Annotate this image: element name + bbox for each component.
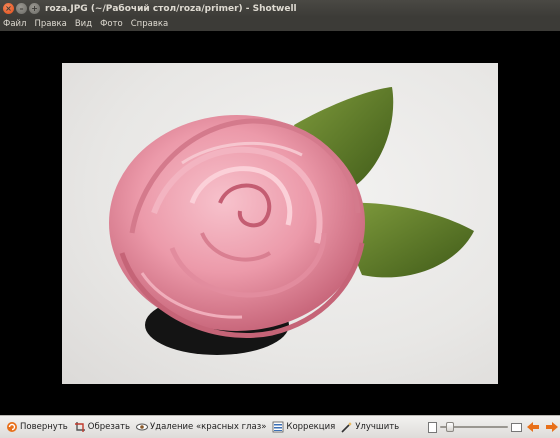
redeye-label: Удаление «красных глаз» — [150, 422, 267, 432]
redeye-button[interactable]: Удаление «красных глаз» — [133, 418, 269, 436]
window-controls: × – + — [3, 3, 40, 14]
rose-photo-illustration — [109, 87, 474, 355]
menu-view[interactable]: Вид — [75, 19, 92, 29]
menu-help[interactable]: Справка — [131, 19, 168, 29]
photo-viewer[interactable] — [0, 31, 560, 415]
zoom-out-icon[interactable] — [428, 421, 437, 433]
crop-label: Обрезать — [87, 422, 131, 432]
adjust-label: Коррекция — [286, 422, 336, 432]
rotate-icon — [6, 421, 18, 433]
adjust-icon — [272, 421, 284, 433]
enhance-button[interactable]: Улучшить — [338, 418, 402, 436]
menu-edit[interactable]: Правка — [34, 19, 66, 29]
maximize-window-button[interactable]: + — [29, 3, 40, 14]
bottom-toolbar: Повернуть Обрезать Удаление «красных гла… — [0, 415, 560, 438]
rotate-button[interactable]: Повернуть — [3, 418, 71, 436]
menu-photo[interactable]: Фото — [100, 19, 123, 29]
minimize-window-button[interactable]: – — [16, 3, 27, 14]
eye-icon — [136, 421, 149, 433]
next-photo-button[interactable] — [544, 419, 560, 435]
close-window-button[interactable]: × — [3, 3, 14, 14]
shotwell-window: × – + roza.JPG (~/Рабочий стол/roza/prim… — [0, 0, 560, 438]
zoom-slider-thumb[interactable] — [446, 422, 454, 432]
zoom-in-icon[interactable] — [511, 422, 522, 432]
menu-file[interactable]: Файл — [3, 19, 26, 29]
previous-photo-button[interactable] — [525, 419, 541, 435]
adjust-button[interactable]: Коррекция — [269, 418, 338, 436]
wand-icon — [341, 421, 353, 433]
rotate-label: Повернуть — [20, 422, 68, 432]
zoom-slider[interactable] — [440, 421, 508, 433]
arrow-right-icon — [545, 418, 559, 437]
title-bar[interactable]: × – + roza.JPG (~/Рабочий стол/roza/prim… — [0, 0, 560, 17]
crop-icon — [74, 421, 86, 433]
enhance-label: Улучшить — [355, 422, 400, 432]
crop-button[interactable]: Обрезать — [71, 418, 133, 436]
photo-image — [62, 63, 498, 384]
window-title: roza.JPG (~/Рабочий стол/roza/primer) - … — [45, 3, 297, 14]
menu-bar: Файл Правка Вид Фото Справка — [0, 17, 560, 31]
arrow-left-icon — [526, 418, 540, 437]
